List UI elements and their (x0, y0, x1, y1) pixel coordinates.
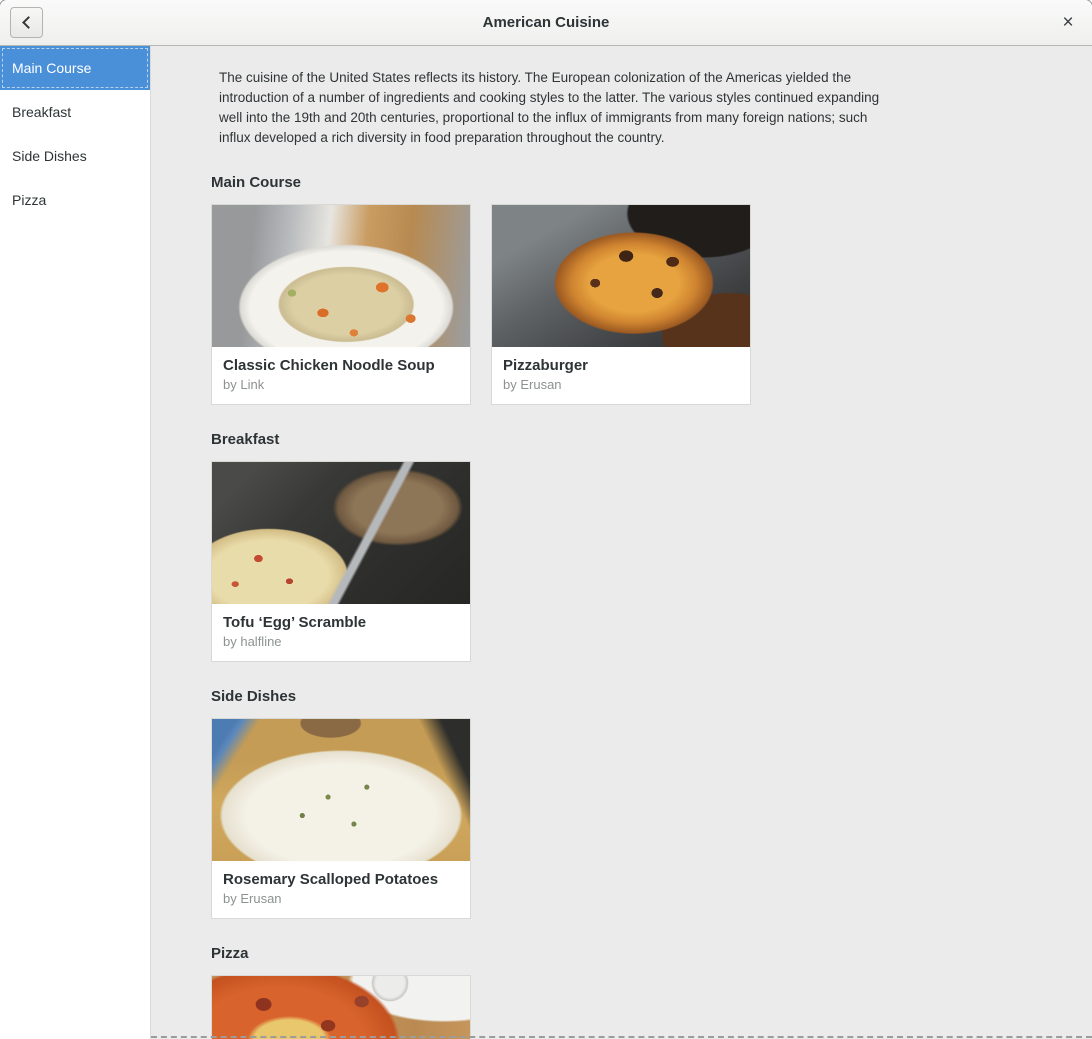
sidebar-item-main-course[interactable]: Main Course (0, 46, 150, 90)
chevron-left-icon (22, 16, 35, 29)
recipe-photo-rosemary-scalloped-potatoes (212, 719, 470, 861)
window-title: American Cuisine (0, 0, 1092, 45)
recipe-photo-chicken-noodle-soup (212, 205, 470, 347)
section-heading-pizza: Pizza (211, 945, 1072, 963)
recipe-photo-pizzaburger (492, 205, 750, 347)
recipe-title: Pizzaburger (503, 356, 739, 375)
sidebar-item-breakfast[interactable]: Breakfast (0, 90, 150, 134)
recipe-author: by halfline (223, 634, 459, 650)
cards-row-side-dishes: Rosemary Scalloped Potatoes by Erusan (211, 718, 1072, 919)
recipe-author: by Erusan (503, 377, 739, 393)
recipe-photo-pizza (212, 976, 470, 1039)
cards-row-breakfast: Tofu ‘Egg’ Scramble by halfline (211, 461, 1072, 662)
recipe-card-tofu-egg-scramble[interactable]: Tofu ‘Egg’ Scramble by halfline (211, 461, 471, 662)
recipe-card-rosemary-scalloped-potatoes[interactable]: Rosemary Scalloped Potatoes by Erusan (211, 718, 471, 919)
recipe-title: Rosemary Scalloped Potatoes (223, 870, 459, 889)
recipe-card-pizzaburger[interactable]: Pizzaburger by Erusan (491, 204, 751, 405)
recipe-title: Tofu ‘Egg’ Scramble (223, 613, 459, 632)
section-heading-main-course: Main Course (211, 174, 1072, 192)
cuisine-description: The cuisine of the United States reflect… (219, 68, 891, 148)
app-window: American Cuisine × Main Course Breakfast… (0, 0, 1092, 1039)
card-text: Rosemary Scalloped Potatoes by Erusan (212, 861, 470, 918)
app-body: Main Course Breakfast Side Dishes Pizza … (0, 46, 1092, 1039)
recipe-card-pizza[interactable] (211, 975, 471, 1039)
close-button[interactable]: × (1054, 9, 1082, 37)
card-text: Classic Chicken Noodle Soup by Link (212, 347, 470, 404)
cards-row-main-course: Classic Chicken Noodle Soup by Link Pizz… (211, 204, 1072, 405)
recipe-author: by Erusan (223, 891, 459, 907)
section-heading-side-dishes: Side Dishes (211, 688, 1072, 706)
cards-row-pizza (211, 975, 1072, 1039)
back-button[interactable] (10, 7, 43, 38)
section-heading-breakfast: Breakfast (211, 431, 1072, 449)
recipe-title: Classic Chicken Noodle Soup (223, 356, 459, 375)
card-text: Pizzaburger by Erusan (492, 347, 750, 404)
recipe-photo-tofu-egg-scramble (212, 462, 470, 604)
header-bar: American Cuisine × (0, 0, 1092, 46)
recipe-card-classic-chicken-noodle-soup[interactable]: Classic Chicken Noodle Soup by Link (211, 204, 471, 405)
recipes-scroll-area[interactable]: The cuisine of the United States reflect… (151, 46, 1092, 1039)
sidebar-item-side-dishes[interactable]: Side Dishes (0, 134, 150, 178)
sidebar-item-pizza[interactable]: Pizza (0, 178, 150, 222)
category-sidebar: Main Course Breakfast Side Dishes Pizza (0, 46, 151, 1039)
card-text: Tofu ‘Egg’ Scramble by halfline (212, 604, 470, 661)
recipe-author: by Link (223, 377, 459, 393)
